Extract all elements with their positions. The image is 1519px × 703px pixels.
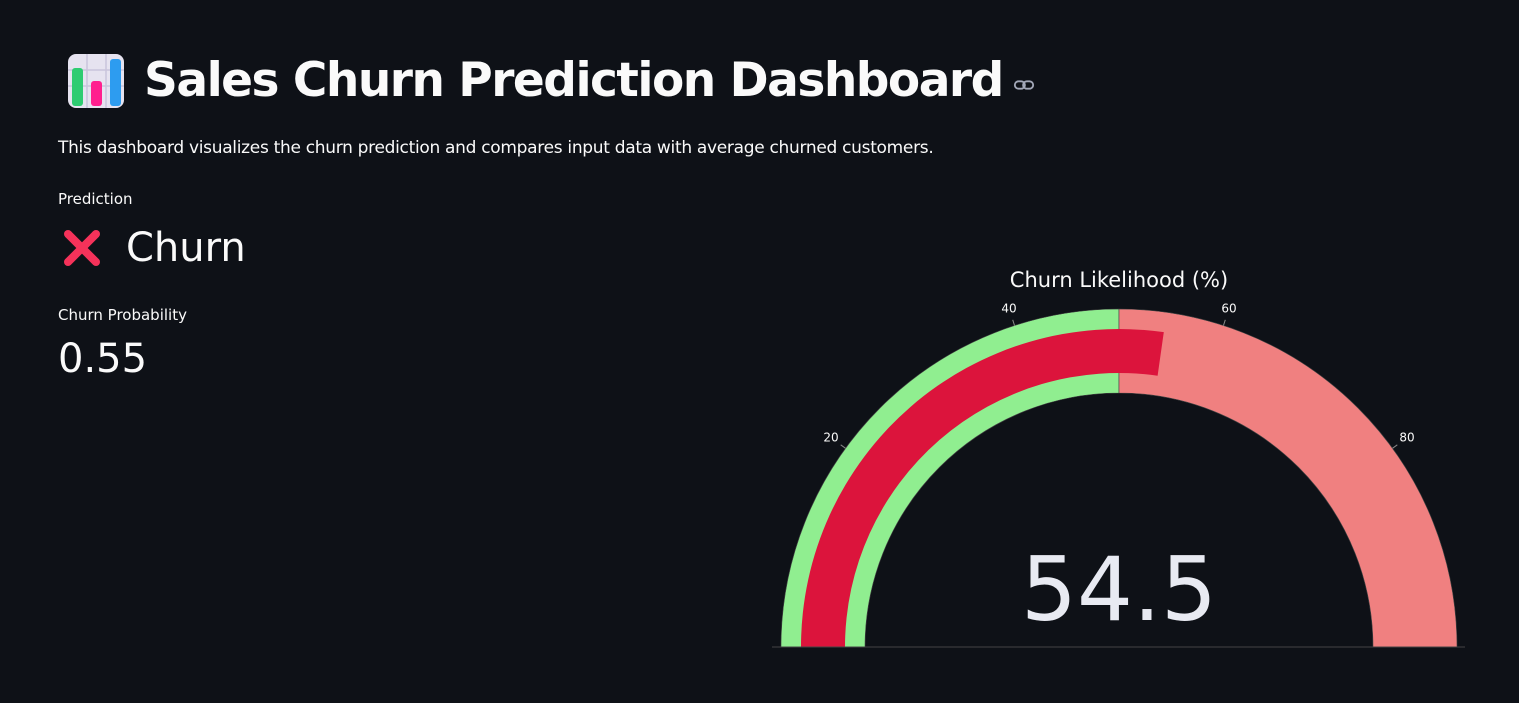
dashboard-description: This dashboard visualizes the churn pred… [58, 138, 934, 158]
gauge-tick-mark [1392, 444, 1398, 449]
gauge-value: 54.5 [1021, 538, 1217, 641]
churn-gauge-chart: Churn Likelihood (%) 20 40 60 80 54.5 [772, 268, 1465, 648]
gauge-tick-label: 40 [1001, 301, 1016, 315]
page-title: Sales Churn Prediction Dashboard [144, 52, 1004, 108]
cross-mark-icon [64, 230, 100, 266]
gauge-tick-mark [840, 444, 846, 449]
prediction-label: Prediction [58, 190, 133, 208]
gauge-title: Churn Likelihood (%) [1010, 268, 1228, 292]
gauge-tick-label: 20 [823, 431, 838, 445]
gauge-tick-label: 80 [1399, 431, 1414, 445]
gauge-tick-label: 60 [1221, 301, 1236, 315]
prediction-value: Churn [58, 224, 246, 272]
gauge-tick-mark [1222, 319, 1226, 326]
probability-label: Churn Probability [58, 306, 187, 324]
gauge-tick-mark [1012, 319, 1016, 326]
prediction-text: Churn [126, 225, 246, 271]
page-header: Sales Churn Prediction Dashboard [66, 46, 1035, 114]
link-icon[interactable] [1013, 74, 1035, 96]
bar-chart-icon [68, 54, 124, 108]
probability-value: 0.55 [58, 336, 148, 382]
